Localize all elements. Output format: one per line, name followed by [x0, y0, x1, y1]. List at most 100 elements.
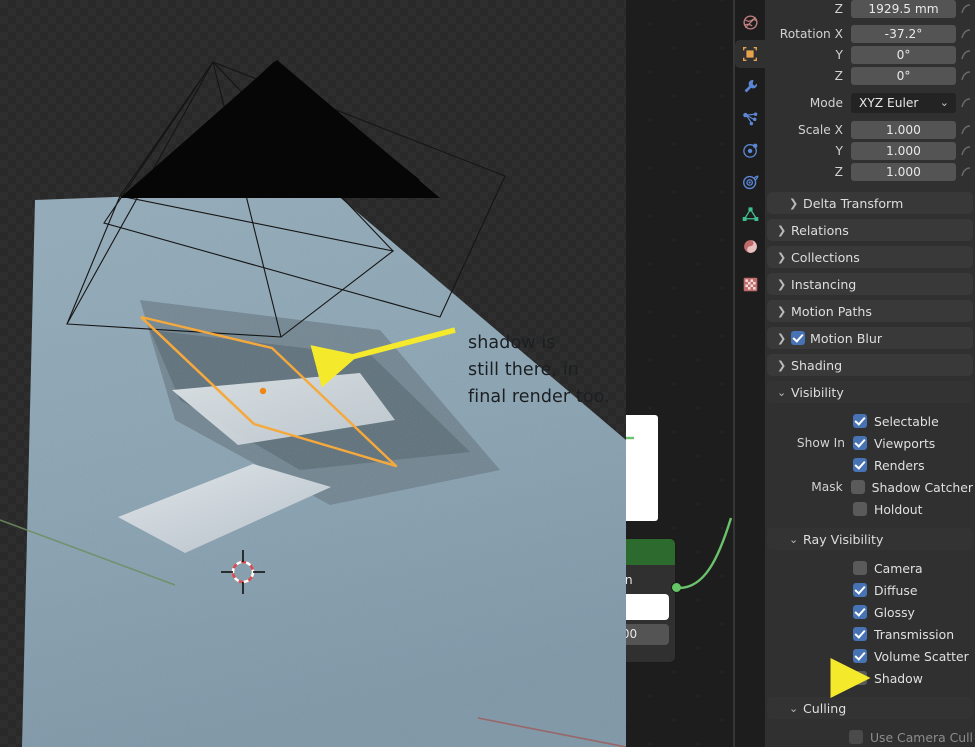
row-use-camera-cull[interactable]: Use Camera Cull — [767, 726, 973, 747]
object-constraints-icon — [742, 174, 758, 189]
chevron-down-icon: ⌄ — [777, 385, 787, 399]
checkbox-shadow-catcher[interactable] — [850, 480, 865, 494]
field-rotation-z[interactable]: 0° — [851, 67, 956, 85]
section-collections[interactable]: ❯ Collections — [767, 246, 973, 268]
properties-panel-content[interactable]: Z 1929.5 mm Rotation X -37.2° Y 0° Z 0° — [765, 0, 975, 747]
row-volume-scatter[interactable]: Volume Scatter — [767, 645, 973, 667]
row-location-z[interactable]: Z 1929.5 mm — [765, 0, 975, 19]
checkbox-glossy[interactable] — [853, 605, 867, 619]
properties-editor[interactable]: Z 1929.5 mm Rotation X -37.2° Y 0° Z 0° — [735, 0, 975, 747]
row-rotation-z[interactable]: Z 0° — [765, 66, 975, 86]
tab-render[interactable] — [735, 8, 765, 36]
tab-object-data[interactable] — [735, 200, 765, 228]
section-culling[interactable]: ⌄ Culling — [767, 697, 973, 719]
field-scale-x[interactable]: 1.000 — [851, 121, 956, 139]
row-holdout[interactable]: Holdout — [767, 498, 973, 520]
tab-modifiers[interactable] — [735, 72, 765, 100]
checkbox-volume-scatter[interactable] — [853, 649, 867, 663]
field-rotation-x[interactable]: -37.2° — [851, 25, 956, 43]
checkbox-transmission[interactable] — [853, 627, 867, 641]
field-scale-y[interactable]: 1.000 — [851, 142, 956, 160]
tab-particles[interactable] — [735, 104, 765, 132]
checkbox-holdout[interactable] — [853, 502, 867, 516]
section-delta-transform[interactable]: ❯ Delta Transform — [767, 192, 973, 214]
label-diffuse: Diffuse — [874, 582, 918, 598]
chevron-right-icon: ❯ — [777, 223, 787, 237]
row-rotation-mode[interactable]: Mode XYZ Euler ⌄ — [765, 92, 975, 114]
row-transmission[interactable]: Transmission — [767, 623, 973, 645]
section-motion-blur-label: Motion Blur — [810, 330, 882, 346]
row-selectable[interactable]: Selectable — [767, 410, 973, 432]
row-scale-z[interactable]: Z 1.000 — [765, 162, 975, 182]
tab-object[interactable] — [735, 40, 765, 68]
row-rotation-y[interactable]: Y 0° — [765, 45, 975, 65]
label-rotation-mode: Mode — [809, 96, 843, 110]
row-shadow-catcher[interactable]: Mask Shadow Catcher — [767, 476, 973, 498]
section-ray-visibility[interactable]: ⌄ Ray Visibility — [767, 528, 973, 550]
label-rotation-x: Rotation X — [779, 27, 843, 41]
dropdown-rotation-mode[interactable]: XYZ Euler ⌄ — [851, 93, 956, 113]
field-location-z[interactable]: 1929.5 mm — [851, 0, 956, 18]
checkbox-diffuse[interactable] — [853, 583, 867, 597]
checkbox-use-camera-cull[interactable] — [848, 730, 863, 744]
section-collections-label: Collections — [791, 249, 860, 265]
annotation-text: shadow is still there, in final render t… — [468, 330, 610, 411]
section-visibility[interactable]: ⌄ Visibility — [767, 381, 973, 403]
animate-decorator-icon[interactable] — [959, 123, 973, 137]
modifier-wrench-icon — [744, 79, 757, 92]
label-scale-y: Y — [835, 144, 843, 158]
label-rotation-z: Z — [834, 69, 843, 83]
tab-material[interactable] — [735, 232, 765, 260]
row-viewports[interactable]: Show In Viewports — [767, 432, 973, 454]
dropdown-rotation-mode-value: XYZ Euler — [859, 96, 919, 110]
animate-decorator-icon[interactable] — [959, 165, 973, 179]
animate-decorator-icon[interactable] — [959, 27, 973, 41]
label-use-camera-cull: Use Camera Cull — [869, 729, 973, 745]
row-shadow[interactable]: Shadow — [767, 667, 973, 689]
chevron-right-icon: ❯ — [777, 304, 787, 318]
animate-decorator-icon[interactable] — [959, 69, 973, 83]
row-rotation-x[interactable]: Rotation X -37.2° — [765, 24, 975, 44]
row-scale-y[interactable]: Y 1.000 — [765, 141, 975, 161]
row-scale-x[interactable]: Scale X 1.000 — [765, 120, 975, 140]
3d-viewport[interactable]: shadow is still there, in final render t… — [0, 0, 626, 747]
section-shading[interactable]: ❯ Shading — [767, 354, 973, 376]
animate-decorator-icon[interactable] — [959, 96, 973, 110]
properties-tab-bar[interactable] — [735, 0, 765, 747]
checkbox-renders[interactable] — [853, 458, 867, 472]
animate-decorator-icon[interactable] — [959, 2, 973, 16]
section-motion-blur-checkbox[interactable] — [791, 331, 805, 345]
field-rotation-y[interactable]: 0° — [851, 46, 956, 64]
section-relations[interactable]: ❯ Relations — [767, 219, 973, 241]
shader-node-editor[interactable]: Emission 1.000 — [626, 0, 735, 747]
tab-constraints[interactable] — [735, 168, 765, 196]
label-renders: Renders — [874, 457, 925, 473]
row-glossy[interactable]: Glossy — [767, 601, 973, 623]
animate-decorator-icon[interactable] — [959, 48, 973, 62]
row-renders[interactable]: Renders — [767, 454, 973, 476]
chevron-right-icon: ❯ — [777, 277, 787, 291]
particles-icon — [742, 112, 757, 125]
animate-decorator-icon[interactable] — [959, 144, 973, 158]
field-scale-z[interactable]: 1.000 — [851, 163, 956, 181]
checkbox-camera[interactable] — [853, 561, 867, 575]
label-show-in: Show In — [796, 436, 845, 450]
tab-physics[interactable] — [735, 136, 765, 164]
annotation-line-1: shadow is — [468, 333, 556, 353]
section-motion-paths[interactable]: ❯ Motion Paths — [767, 300, 973, 322]
node-link — [626, 436, 733, 590]
checkbox-viewports[interactable] — [853, 436, 867, 450]
checkbox-shadow[interactable] — [853, 671, 867, 685]
chevron-right-icon: ❯ — [777, 331, 787, 345]
row-camera[interactable]: Camera — [767, 557, 973, 579]
material-icon — [743, 239, 757, 253]
section-motion-blur[interactable]: ❯ Motion Blur — [767, 327, 973, 349]
row-diffuse[interactable]: Diffuse — [767, 579, 973, 601]
section-instancing[interactable]: ❯ Instancing — [767, 273, 973, 295]
chevron-right-icon: ❯ — [777, 250, 787, 264]
label-rotation-y: Y — [835, 48, 843, 62]
tab-texture[interactable] — [735, 270, 765, 298]
checkbox-selectable[interactable] — [853, 414, 867, 428]
label-shadow-catcher: Shadow Catcher — [871, 479, 973, 495]
section-instancing-label: Instancing — [791, 276, 857, 292]
